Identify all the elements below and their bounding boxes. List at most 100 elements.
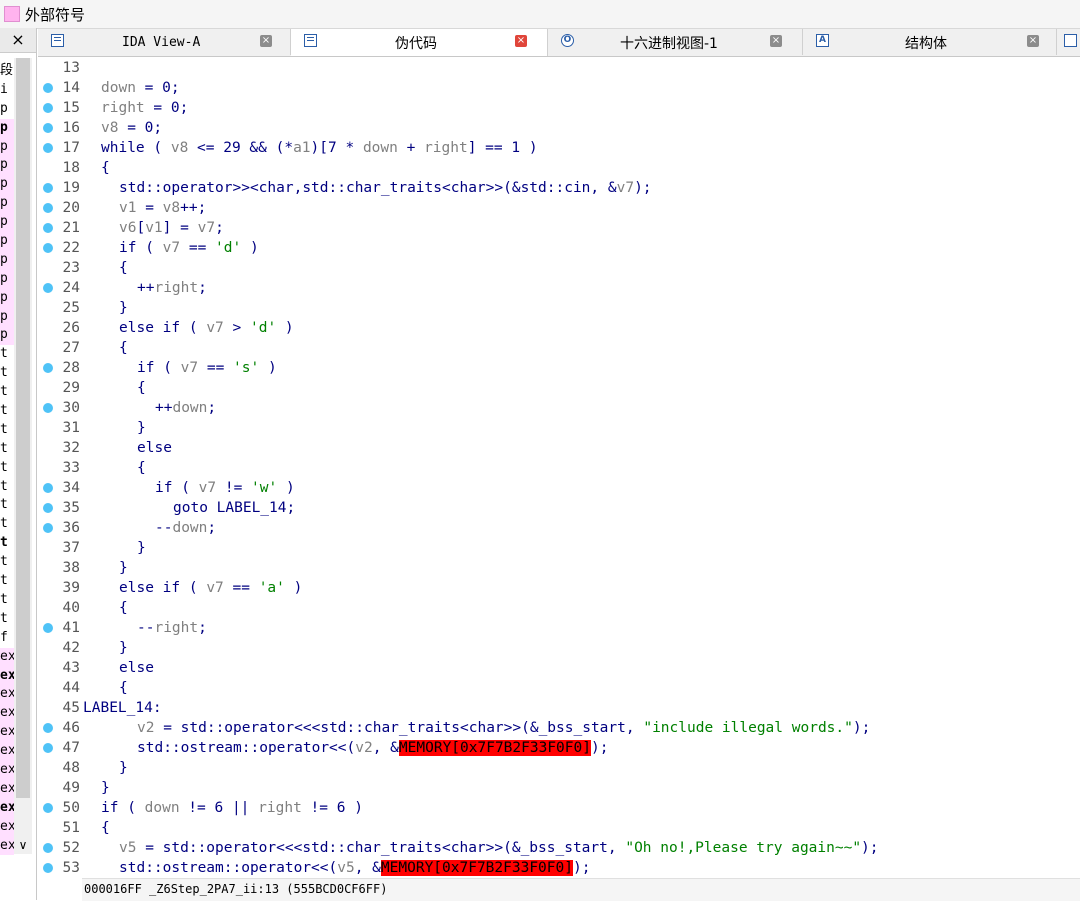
function-list-item[interactable]: t — [0, 478, 14, 497]
code-line[interactable]: 19 std::operator>><char,std::char_traits<… — [38, 178, 1080, 198]
code-line[interactable]: 53 std::ostream::operator<<(v5, &MEMORY[0… — [38, 858, 1080, 877]
code-variable[interactable]: v7 — [198, 220, 215, 236]
function-list-item[interactable]: p — [0, 194, 14, 214]
function-list-item[interactable]: ex — [0, 760, 14, 780]
code-variable[interactable]: v2 — [137, 720, 154, 736]
tab-close-icon[interactable]: × — [515, 35, 527, 47]
function-list-item[interactable]: p — [0, 213, 14, 233]
code-line[interactable]: 37} — [38, 538, 1080, 558]
code-line[interactable]: 35 goto LABEL_14; — [38, 498, 1080, 518]
tab-close-icon[interactable]: × — [770, 35, 782, 47]
code-line[interactable]: 31} — [38, 418, 1080, 438]
code-line[interactable]: 50 if ( down != 6 || right != 6 ) — [38, 798, 1080, 818]
code-variable[interactable]: right — [258, 800, 302, 816]
code-line[interactable]: 44 { — [38, 678, 1080, 698]
tab-close-icon[interactable]: × — [1027, 35, 1039, 47]
function-list-item[interactable]: ex — [0, 704, 14, 724]
code-variable[interactable]: down — [172, 520, 207, 536]
function-list-item[interactable]: t — [0, 345, 14, 364]
code-line[interactable]: 20 v1 = v8++; — [38, 198, 1080, 218]
tab-close-icon[interactable]: × — [260, 35, 272, 47]
code-line[interactable]: 32 else — [38, 438, 1080, 458]
code-line[interactable]: 17 while ( v8 <= 29 && (*a1)[7 * down + r… — [38, 138, 1080, 158]
code-variable[interactable]: v7 — [163, 240, 180, 256]
code-variable[interactable]: v1 — [119, 200, 136, 216]
code-line[interactable]: 48} — [38, 758, 1080, 778]
code-variable[interactable]: a1 — [293, 140, 310, 156]
code-line[interactable]: 45 LABEL_14: — [38, 698, 1080, 718]
function-list-item[interactable]: t — [0, 553, 14, 572]
pseudocode-view[interactable]: 13 14 down = 0; 15 right = 0; 16 v8 = 0; 17 whil… — [38, 57, 1080, 877]
tab-pseudocode[interactable]: 伪代码 × — [291, 29, 548, 56]
function-list-item[interactable]: t — [0, 534, 14, 553]
code-line[interactable]: 23 { — [38, 258, 1080, 278]
function-list-item[interactable]: i — [0, 81, 14, 100]
code-line[interactable]: 33 { — [38, 458, 1080, 478]
code-variable[interactable]: down — [172, 400, 207, 416]
code-variable[interactable]: right — [424, 140, 468, 156]
function-list-item[interactable]: t — [0, 459, 14, 478]
code-variable[interactable]: right — [101, 100, 145, 116]
code-line[interactable]: 34 if ( v7 != 'w' ) — [38, 478, 1080, 498]
code-line[interactable]: 25} — [38, 298, 1080, 318]
function-list-item[interactable]: p — [0, 288, 14, 308]
scroll-down-icon[interactable]: ∨ — [14, 836, 32, 854]
code-variable[interactable]: v8 — [101, 120, 118, 136]
code-line[interactable]: 18 { — [38, 158, 1080, 178]
code-memory-ref[interactable]: MEMORY[0x7F7B2F33F0F0] — [380, 860, 573, 876]
function-list-item[interactable]: t — [0, 496, 14, 515]
code-line[interactable]: 52 v5 = std::operator<<<std::char_traits<… — [38, 838, 1080, 858]
code-line[interactable]: 41 --right; — [38, 618, 1080, 638]
code-variable[interactable]: v7 — [206, 320, 223, 336]
function-list-item[interactable]: p — [0, 269, 14, 289]
function-list-item[interactable]: p — [0, 118, 14, 138]
function-list-item[interactable]: f — [0, 629, 14, 648]
function-list-item[interactable]: ex — [0, 798, 14, 818]
code-variable[interactable]: v7 — [199, 480, 216, 496]
tab-structures[interactable]: A 结构体 × — [803, 29, 1057, 55]
code-line[interactable]: 36 --down; — [38, 518, 1080, 538]
function-list-item[interactable]: t — [0, 610, 14, 629]
function-list-item[interactable]: ex — [0, 817, 14, 837]
code-line[interactable]: 22 if ( v7 == 'd' ) — [38, 238, 1080, 258]
code-line[interactable]: 39 else if ( v7 == 'a' ) — [38, 578, 1080, 598]
code-line[interactable]: 14 down = 0; — [38, 78, 1080, 98]
function-list-item[interactable]: p — [0, 137, 14, 157]
code-variable[interactable]: v7 — [181, 360, 198, 376]
function-list-item[interactable]: t — [0, 383, 14, 402]
function-list-item[interactable]: t — [0, 421, 14, 440]
code-memory-ref[interactable]: MEMORY[0x7F7B2F33F0F0] — [398, 740, 591, 756]
function-list-item[interactable]: p — [0, 307, 14, 327]
function-list-item[interactable]: ex — [0, 723, 14, 743]
function-list-item[interactable]: t — [0, 515, 14, 534]
function-list-item[interactable]: t — [0, 572, 14, 591]
code-variable[interactable]: down — [363, 140, 398, 156]
code-line[interactable]: 28 if ( v7 == 's' ) — [38, 358, 1080, 378]
function-list-item[interactable]: ex — [0, 685, 14, 705]
scrollbar-thumb[interactable] — [16, 58, 30, 798]
code-line[interactable]: 15 right = 0; — [38, 98, 1080, 118]
code-variable[interactable]: v5 — [119, 840, 136, 856]
code-line[interactable]: 26 else if ( v7 > 'd' ) — [38, 318, 1080, 338]
function-list-item[interactable]: ex — [0, 666, 14, 686]
code-variable[interactable]: right — [154, 620, 198, 636]
code-line[interactable]: 13 — [38, 58, 1080, 78]
code-variable[interactable]: down — [101, 80, 136, 96]
function-list-item[interactable]: ex — [0, 742, 14, 761]
function-list-item[interactable]: ex — [0, 647, 14, 667]
code-line[interactable]: 16 v8 = 0; — [38, 118, 1080, 138]
code-line[interactable]: 29 { — [38, 378, 1080, 398]
function-list-item[interactable]: ex — [0, 836, 14, 856]
function-list-item[interactable]: t — [0, 364, 14, 383]
code-line[interactable]: 24 ++right; — [38, 278, 1080, 298]
function-list-item[interactable]: p — [0, 100, 14, 119]
code-variable[interactable]: v8 — [171, 140, 188, 156]
function-list-item[interactable]: p — [0, 250, 14, 270]
function-list-item[interactable]: ex — [0, 779, 14, 799]
code-variable[interactable]: right — [154, 280, 198, 296]
code-line[interactable]: 21 v6[v1] = v7; — [38, 218, 1080, 238]
code-variable[interactable]: down — [145, 800, 180, 816]
code-variable[interactable]: v1 — [145, 220, 162, 236]
tab-ida-view-a[interactable]: IDA View-A × — [38, 29, 291, 55]
function-list-item[interactable]: t — [0, 440, 14, 459]
